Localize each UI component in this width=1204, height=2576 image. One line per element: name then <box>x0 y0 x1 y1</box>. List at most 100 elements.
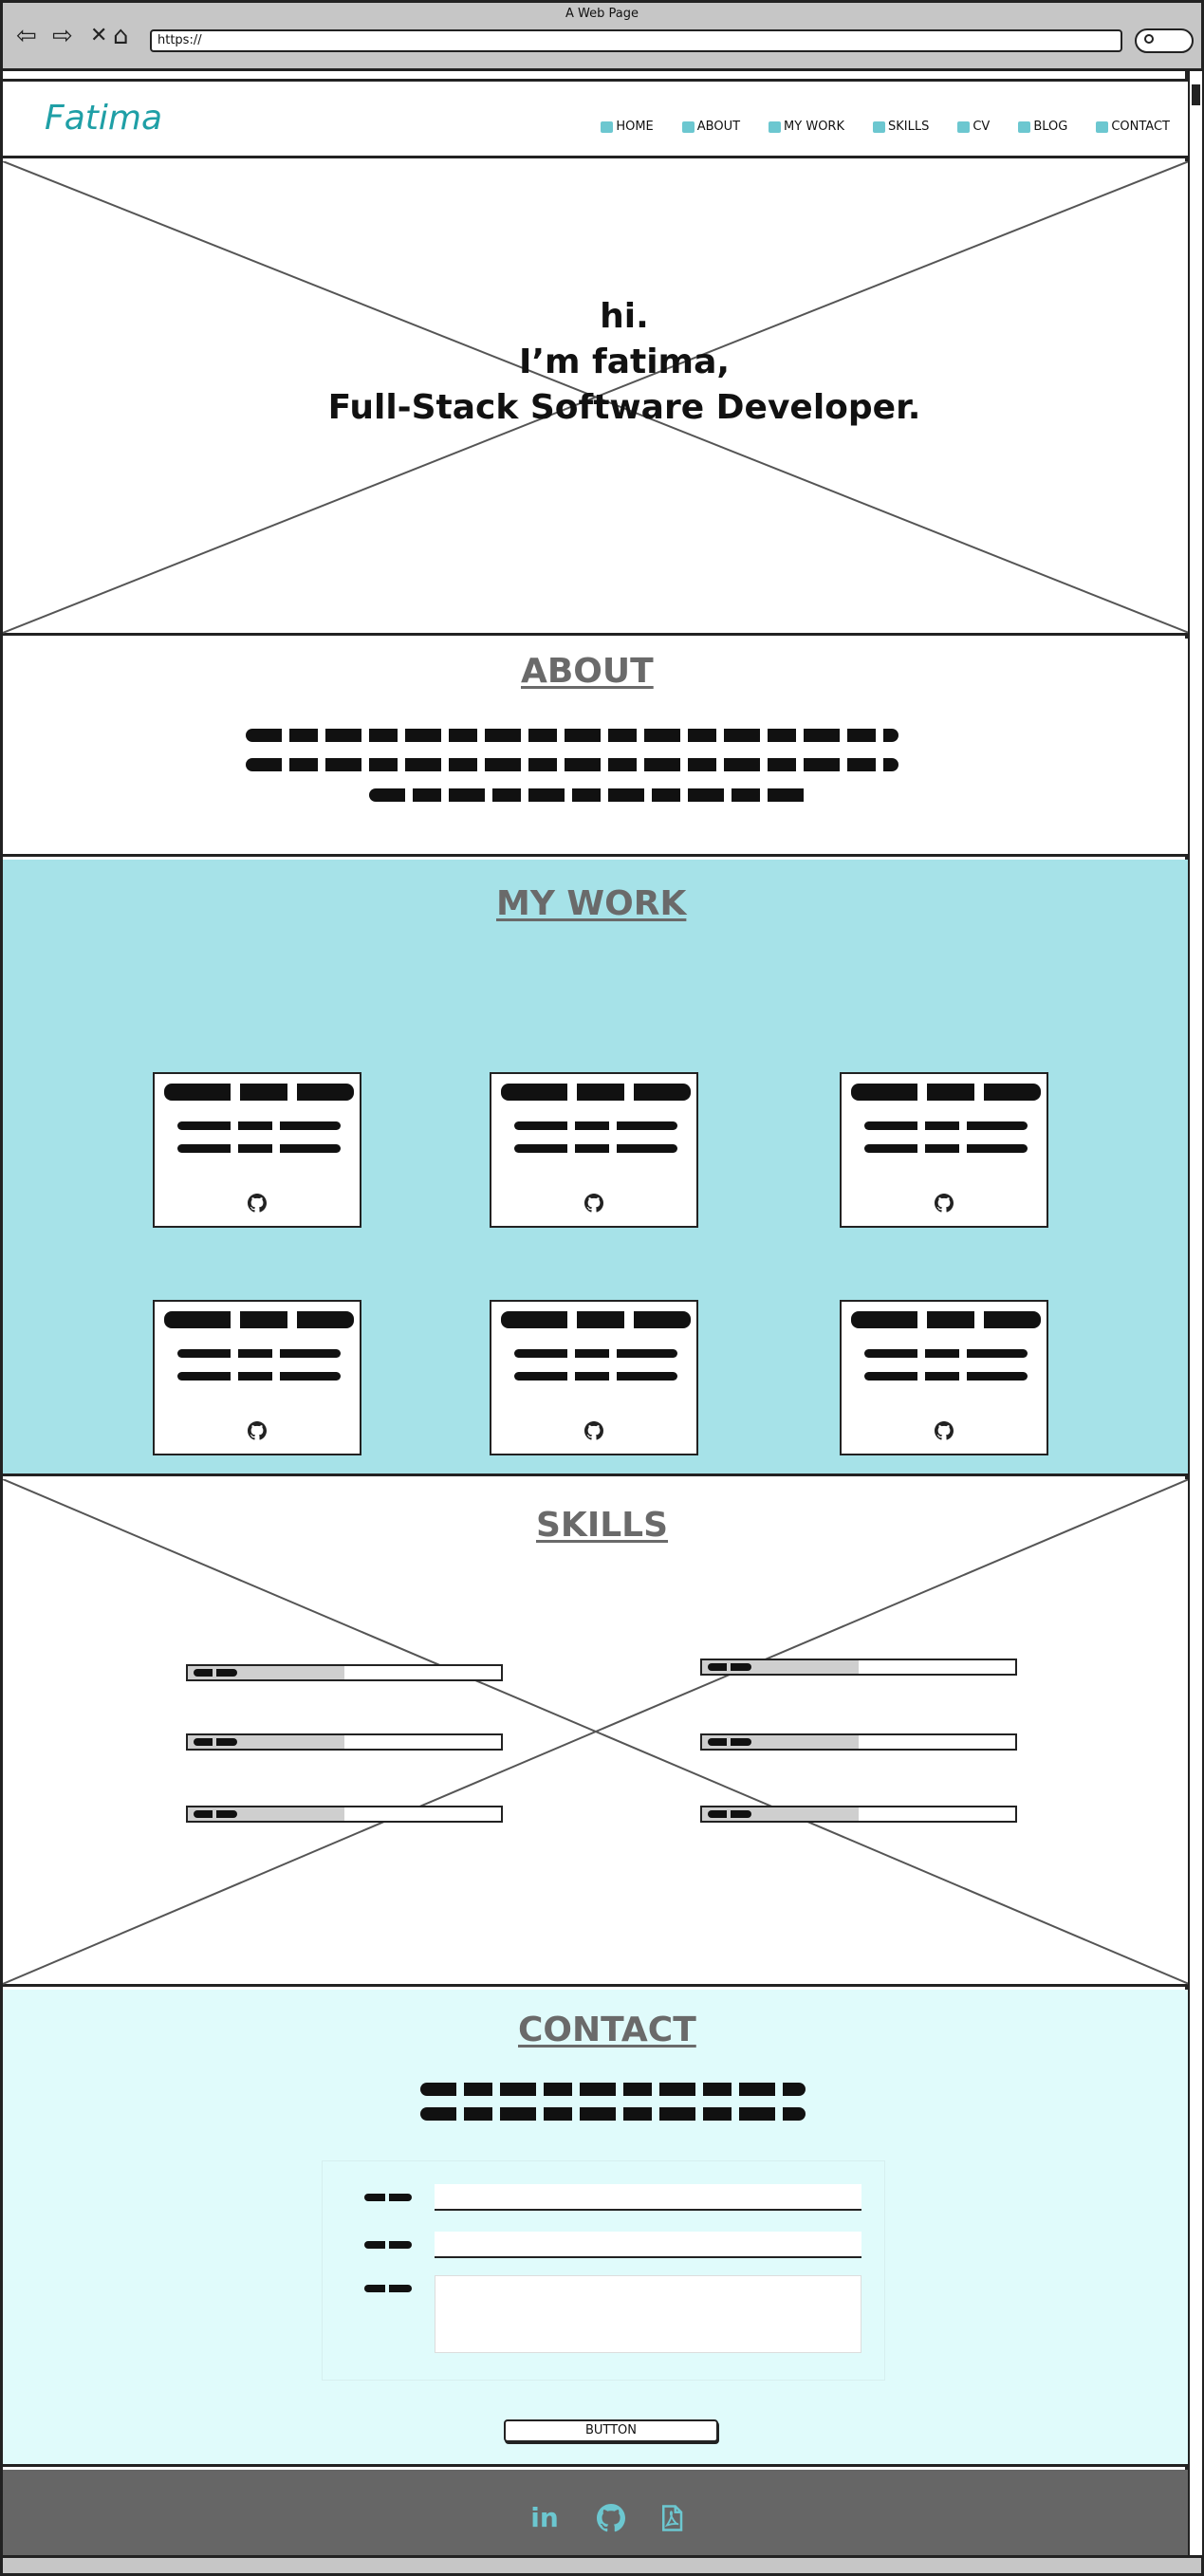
skill-bar <box>186 1733 503 1751</box>
github-icon[interactable] <box>584 1421 603 1440</box>
card-text <box>864 1144 1028 1153</box>
about-text-line <box>246 729 898 742</box>
nav-item-blog[interactable]: BLOG <box>1018 120 1067 134</box>
card-title <box>501 1311 691 1328</box>
skill-label <box>194 1738 237 1746</box>
card-text <box>514 1349 677 1358</box>
about-heading: ABOUT <box>521 652 654 691</box>
nav-item-contact[interactable]: CONTACT <box>1096 120 1170 134</box>
project-card[interactable] <box>153 1072 361 1228</box>
skill-label <box>194 1669 237 1677</box>
skills-section: SKILLS <box>3 1479 1189 1987</box>
github-icon[interactable] <box>584 1194 603 1213</box>
contact-text-line <box>420 2083 806 2096</box>
skill-label <box>708 1663 751 1671</box>
card-text <box>514 1372 677 1381</box>
envelope-icon <box>1096 120 1109 133</box>
linkedin-icon[interactable]: in <box>530 2504 559 2532</box>
project-card[interactable] <box>490 1072 698 1228</box>
project-card[interactable] <box>840 1300 1048 1455</box>
github-icon[interactable] <box>935 1194 954 1213</box>
browser-status-bar <box>0 2555 1204 2576</box>
skill-label <box>194 1810 237 1818</box>
card-title <box>164 1084 354 1101</box>
home-icon[interactable]: ⌂ <box>113 22 129 50</box>
nav-item-about[interactable]: ABOUT <box>681 120 740 134</box>
github-icon[interactable] <box>935 1421 954 1440</box>
project-card[interactable] <box>153 1300 361 1455</box>
name-label <box>364 2194 412 2201</box>
message-textarea[interactable] <box>435 2275 861 2353</box>
nav-label: MY WORK <box>784 120 844 134</box>
submit-button[interactable]: BUTTON <box>504 2419 718 2442</box>
skill-bar <box>700 1659 1017 1676</box>
card-text <box>514 1121 677 1130</box>
card-title <box>851 1084 1041 1101</box>
name-input[interactable] <box>435 2184 861 2211</box>
site-header: Fatima HOME ABOUT MY WORK SKILLS CV BLOG… <box>3 79 1189 158</box>
card-text <box>514 1144 677 1153</box>
nav-label: BLOG <box>1033 120 1068 134</box>
site-footer: in <box>3 2470 1189 2555</box>
project-card[interactable] <box>840 1072 1048 1228</box>
database-icon <box>872 120 885 133</box>
forward-arrow-icon[interactable]: ⇨ <box>52 22 73 50</box>
email-label <box>364 2241 412 2249</box>
skill-bar <box>186 1806 503 1823</box>
contact-heading: CONTACT <box>518 2011 696 2049</box>
close-icon[interactable]: ✕ <box>90 22 107 50</box>
nav-item-cv[interactable]: CV <box>957 120 990 134</box>
hero-name: I’m fatima, <box>518 343 731 381</box>
card-title <box>501 1084 691 1101</box>
skill-label <box>708 1738 751 1746</box>
about-section: ABOUT <box>3 639 1189 857</box>
hero-greeting: hi. <box>600 297 649 336</box>
pencil-icon <box>1018 120 1031 133</box>
skills-heading: SKILLS <box>536 1506 669 1545</box>
email-input[interactable] <box>435 2232 861 2258</box>
pdf-icon[interactable] <box>658 2504 686 2532</box>
skill-label <box>708 1810 751 1818</box>
card-text <box>177 1372 341 1381</box>
contact-form <box>322 2160 885 2381</box>
monitor-icon <box>769 120 782 133</box>
github-icon[interactable] <box>248 1421 267 1440</box>
home-icon <box>601 120 614 133</box>
browser-chrome: A Web Page ⇦ ⇨ ✕ ⌂ https:// <box>0 0 1204 71</box>
skill-bar <box>700 1733 1017 1751</box>
search-icon <box>1144 34 1154 44</box>
window-title: A Web Page <box>565 7 639 21</box>
card-text <box>864 1349 1028 1358</box>
document-icon <box>957 120 971 133</box>
contact-text-line <box>420 2107 806 2121</box>
github-icon[interactable] <box>248 1194 267 1213</box>
hero-section: hi. I’m fatima, Full-Stack Software Deve… <box>3 161 1189 636</box>
nav-label: HOME <box>616 120 654 134</box>
card-text <box>177 1121 341 1130</box>
card-text <box>864 1372 1028 1381</box>
message-label <box>364 2285 412 2292</box>
nav-item-home[interactable]: HOME <box>601 120 654 134</box>
scrollbar-thumb[interactable] <box>1192 84 1200 105</box>
back-arrow-icon[interactable]: ⇦ <box>16 22 37 50</box>
main-nav: HOME ABOUT MY WORK SKILLS CV BLOG CONTAC… <box>572 120 1170 134</box>
vertical-scrollbar[interactable] <box>1188 71 1204 2555</box>
nav-label: SKILLS <box>887 120 930 134</box>
skill-bar <box>700 1806 1017 1823</box>
github-icon[interactable] <box>597 2504 625 2532</box>
about-text-line <box>369 788 811 802</box>
user-icon <box>681 120 695 133</box>
nav-item-my-work[interactable]: MY WORK <box>769 120 844 134</box>
search-button[interactable] <box>1135 28 1194 53</box>
hero-role: Full-Stack Software Developer. <box>327 388 921 427</box>
nav-label: CV <box>972 120 991 134</box>
card-text <box>177 1349 341 1358</box>
url-input[interactable]: https:// <box>150 29 1122 52</box>
page-viewport: Fatima HOME ABOUT MY WORK SKILLS CV BLOG… <box>0 71 1189 2555</box>
my-work-heading: MY WORK <box>496 884 687 923</box>
nav-item-skills[interactable]: SKILLS <box>872 120 930 134</box>
site-logo[interactable]: Fatima <box>45 99 162 138</box>
hero-headline: hi. I’m fatima, Full-Stack Software Deve… <box>3 294 1204 431</box>
project-card[interactable] <box>490 1300 698 1455</box>
contact-section: CONTACT BUTTON <box>3 1990 1189 2467</box>
